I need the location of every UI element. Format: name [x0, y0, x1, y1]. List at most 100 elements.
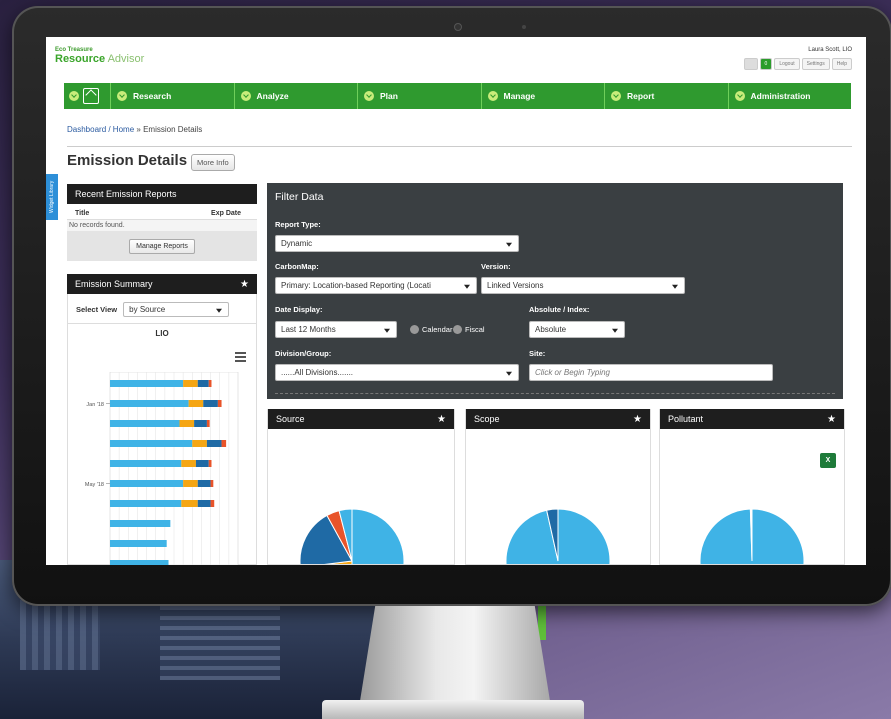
date-display-dropdown[interactable]: Last 12 Months [275, 321, 397, 338]
nav-label: Analyze [256, 91, 289, 101]
bar-segment [197, 500, 211, 507]
breadcrumb: Dashboard / Home » Emission Details [67, 125, 202, 134]
chevron-down-icon [672, 284, 678, 289]
nav-report[interactable]: Report [604, 83, 728, 109]
bar-segment [217, 400, 222, 407]
division-group-value: ......All Divisions....... [281, 368, 354, 377]
report-type-dropdown[interactable]: Dynamic [275, 235, 519, 252]
scope-card: Scope ★ [465, 409, 651, 565]
bar-segment [188, 400, 204, 407]
chevron-down-icon [611, 91, 621, 101]
filter-divider [275, 393, 835, 394]
carbonmap-label: CarbonMap: [275, 262, 319, 271]
source-card: Source ★ [267, 409, 455, 565]
site-input[interactable]: Click or Begin Typing [529, 364, 773, 381]
pollutant-title: Pollutant [668, 414, 704, 424]
bar-segment [110, 480, 184, 487]
bar-segment [210, 480, 214, 487]
logout-link[interactable]: Logout [774, 58, 800, 70]
chevron-down-icon [364, 91, 374, 101]
bar-segment [208, 380, 212, 387]
chevron-down-icon [240, 91, 251, 101]
logo-line2: Resource Advisor [55, 53, 144, 65]
scope-pie-chart [505, 508, 611, 564]
home-icon [83, 88, 99, 104]
division-group-dropdown[interactable]: ......All Divisions....... [275, 364, 519, 381]
recent-reports-footer: Manage Reports [67, 231, 257, 261]
more-info-button[interactable]: More Info [191, 154, 235, 171]
bar-segment [110, 540, 167, 547]
emission-summary-panel: Select View by Source LIO Jan '18 May '18 [67, 294, 257, 565]
select-view-dropdown[interactable]: by Source [123, 302, 230, 317]
bar-segment [110, 440, 193, 447]
bar-segment [181, 460, 196, 467]
calendar-label: Calendar [422, 325, 453, 334]
notification-badge[interactable]: 0 [759, 58, 773, 70]
widget-library-tab[interactable]: Widget Library [46, 174, 58, 220]
nav-plan[interactable]: Plan [357, 83, 481, 109]
version-dropdown[interactable]: Linked Versions [481, 277, 685, 294]
calendar-radio[interactable]: Calendar [410, 325, 452, 334]
select-view-label: Select View [76, 305, 118, 314]
bar-segment [203, 400, 218, 407]
star-icon[interactable]: ★ [827, 414, 836, 425]
star-icon[interactable]: ★ [240, 279, 249, 290]
absolute-index-label: Absolute / Index: [529, 305, 590, 314]
app-logo[interactable]: Eco Treasure Resource Advisor [55, 47, 144, 65]
source-title: Source [276, 414, 305, 424]
emission-summary-title: Emission Summary [75, 279, 153, 289]
bar-segment [110, 500, 182, 507]
logo-suffix: Advisor [105, 53, 145, 65]
breadcrumb-home[interactable]: Dashboard / Home [67, 125, 134, 134]
bar-segment [206, 420, 210, 427]
main-nav: Research Analyze Plan Manage Report Admi… [64, 83, 851, 109]
chevron-down-icon [734, 91, 745, 101]
bar-segment [181, 500, 198, 507]
chevron-down-icon [69, 91, 79, 101]
pollutant-header: Pollutant ★ [660, 409, 844, 429]
filter-panel: Filter Data Report Type: Dynamic CarbonM… [267, 183, 843, 399]
source-header: Source ★ [268, 409, 454, 429]
recent-reports-header: Recent Emission Reports [67, 184, 257, 204]
empty-message: No records found. [67, 220, 257, 231]
bar-segment [221, 440, 227, 447]
nav-manage[interactable]: Manage [480, 83, 605, 109]
bar-segment [208, 460, 212, 467]
nav-administration[interactable]: Administration [727, 83, 852, 109]
bar-segment [110, 420, 180, 427]
help-link[interactable]: Help [831, 58, 852, 70]
bar-segment [210, 500, 215, 507]
tick-label: Jan '18 [86, 402, 104, 408]
bar-segment [183, 480, 198, 487]
nav-label: Plan [380, 91, 398, 101]
nav-research[interactable]: Research [110, 83, 234, 109]
bar-segment [110, 520, 171, 527]
stacked-bar-chart: Jan '18 May '18 [85, 372, 239, 565]
app-screen: Eco Treasure Resource Advisor Laura Scot… [46, 37, 866, 565]
settings-link[interactable]: Settings [801, 58, 830, 70]
monitor-base [322, 700, 584, 719]
user-name: Laura Scott, LIO [808, 47, 852, 53]
fiscal-radio[interactable]: Fiscal [453, 325, 485, 334]
bar-segment [110, 560, 169, 565]
star-icon[interactable]: ★ [437, 414, 446, 425]
report-type-value: Dynamic [281, 239, 313, 248]
recent-reports-columns: Title Exp Date [67, 204, 257, 220]
chevron-down-icon [464, 284, 470, 289]
menu-icon[interactable] [235, 350, 246, 364]
carbonmap-dropdown[interactable]: Primary: Location-based Reporting (Locat… [275, 277, 477, 294]
messages-icon[interactable] [743, 58, 758, 70]
star-icon[interactable]: ★ [633, 414, 642, 425]
date-display-value: Last 12 Months [281, 325, 336, 334]
manage-reports-button[interactable]: Manage Reports [129, 238, 195, 254]
divider [67, 146, 852, 147]
absolute-index-dropdown[interactable]: Absolute [529, 321, 625, 338]
nav-analyze[interactable]: Analyze [233, 83, 358, 109]
tick-label: May '18 [85, 482, 104, 488]
filter-title: Filter Data [275, 191, 324, 203]
column-title[interactable]: Title [75, 210, 89, 217]
bar-segment [195, 460, 209, 467]
bar-segment [197, 480, 211, 487]
column-exp-date[interactable]: Exp Date [211, 210, 241, 217]
nav-home[interactable] [64, 83, 110, 109]
